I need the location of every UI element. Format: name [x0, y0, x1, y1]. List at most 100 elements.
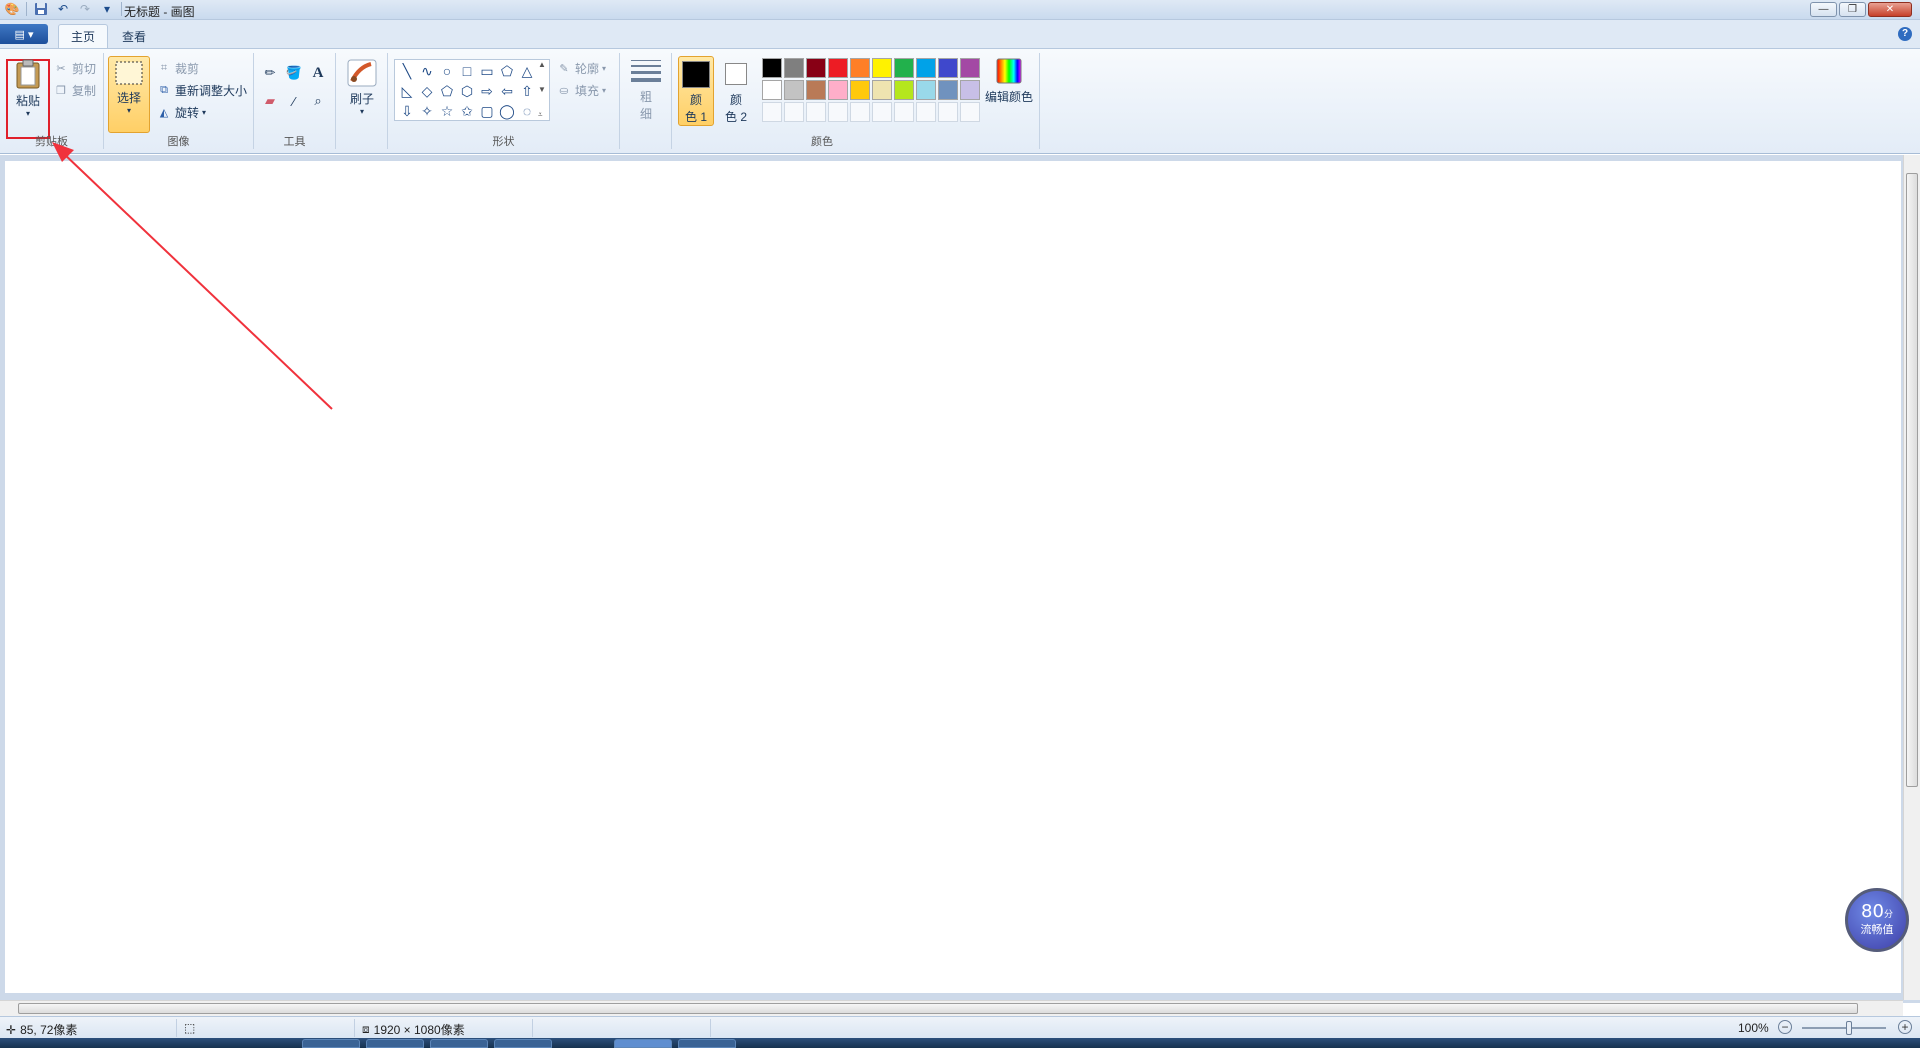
color1-button[interactable]: 颜 色 1 [678, 56, 714, 126]
horizontal-scroll-thumb[interactable] [18, 1003, 1858, 1014]
palette-color-swatch[interactable] [872, 80, 892, 100]
shape-option[interactable]: ○ [437, 61, 457, 81]
text-icon[interactable]: A [308, 63, 328, 83]
undo-icon[interactable]: ↶ [55, 1, 71, 17]
palette-custom-slot[interactable] [894, 102, 914, 122]
shape-option[interactable]: ◌ [517, 101, 537, 121]
palette-color-swatch[interactable] [894, 58, 914, 78]
shape-option[interactable]: ⇦ [497, 81, 517, 101]
edit-colors-button[interactable]: 编辑颜色 [984, 57, 1034, 105]
outline-button[interactable]: ✎ 轮廓 ▾ [556, 60, 606, 77]
help-icon[interactable]: ? [1898, 27, 1912, 41]
save-icon[interactable] [33, 1, 49, 17]
palette-custom-slot[interactable] [916, 102, 936, 122]
palette-custom-slot[interactable] [806, 102, 826, 122]
fill-button[interactable]: ⛀ 填充 ▾ [556, 82, 606, 99]
taskbar-item[interactable] [678, 1039, 736, 1048]
palette-color-swatch[interactable] [784, 58, 804, 78]
drawing-canvas[interactable] [5, 161, 1901, 993]
color2-button[interactable]: 颜 色 2 [718, 56, 754, 126]
chevron-up-icon[interactable]: ▲ [538, 60, 549, 69]
shape-option[interactable]: □ [457, 61, 477, 81]
qat-customize-icon[interactable]: ▾ [99, 1, 115, 17]
shape-option[interactable]: ✧ [417, 101, 437, 121]
shape-option[interactable]: ☆ [437, 101, 457, 121]
magnifier-icon[interactable]: ⌕ [308, 91, 328, 111]
palette-custom-slot[interactable] [960, 102, 980, 122]
shape-option[interactable]: ▭ [477, 61, 497, 81]
brushes-button[interactable]: 刷子 ▾ [342, 59, 382, 116]
palette-custom-slot[interactable] [938, 102, 958, 122]
shape-option[interactable]: ⇨ [477, 81, 497, 101]
paint-menu-button[interactable]: ▤ ▾ [0, 24, 48, 44]
paint-app-icon[interactable]: 🎨 [4, 1, 20, 17]
shapes-gallery-scroll[interactable]: ▲ ▼ ⩡ [538, 60, 549, 120]
palette-color-swatch[interactable] [938, 58, 958, 78]
fill-bucket-icon[interactable]: 🪣 [284, 63, 304, 83]
rotate-button[interactable]: ◭ 旋转 ▾ [156, 104, 206, 121]
palette-color-swatch[interactable] [938, 80, 958, 100]
redo-icon[interactable]: ↷ [77, 1, 93, 17]
palette-custom-slot[interactable] [762, 102, 782, 122]
palette-color-swatch[interactable] [916, 58, 936, 78]
palette-color-swatch[interactable] [960, 80, 980, 100]
taskbar-item[interactable] [430, 1039, 488, 1048]
shape-option[interactable]: ⬠ [497, 61, 517, 81]
taskbar-item-active[interactable] [614, 1039, 672, 1048]
zoom-slider-track[interactable] [1802, 1027, 1886, 1029]
restore-button[interactable]: ❐ [1839, 2, 1866, 17]
vertical-scrollbar[interactable] [1903, 155, 1920, 1000]
palette-color-swatch[interactable] [916, 80, 936, 100]
color-picker-icon[interactable]: ⁄ [284, 91, 304, 111]
shape-option[interactable]: ◯ [497, 101, 517, 121]
palette-color-swatch[interactable] [850, 58, 870, 78]
shape-option[interactable]: ⬡ [457, 81, 477, 101]
palette-custom-slot[interactable] [784, 102, 804, 122]
shape-option[interactable]: ⇧ [517, 81, 537, 101]
resize-button[interactable]: ⧉ 重新调整大小 [156, 82, 247, 99]
shape-option[interactable]: ∿ [417, 61, 437, 81]
palette-color-swatch[interactable] [828, 58, 848, 78]
minimize-button[interactable]: — [1810, 2, 1837, 17]
palette-color-swatch[interactable] [762, 58, 782, 78]
palette-color-swatch[interactable] [806, 58, 826, 78]
taskbar-item[interactable] [302, 1039, 360, 1048]
palette-color-swatch[interactable] [784, 80, 804, 100]
palette-custom-slot[interactable] [828, 102, 848, 122]
copy-button[interactable]: ❐ 复制 [53, 82, 96, 99]
shape-option[interactable]: △ [517, 61, 537, 81]
shape-option[interactable]: ◇ [417, 81, 437, 101]
tab-home[interactable]: 主页 [58, 24, 109, 48]
shape-option[interactable]: ⇩ [397, 101, 417, 121]
zoom-out-button[interactable]: − [1778, 1020, 1792, 1034]
zoom-slider-thumb[interactable] [1846, 1021, 1852, 1035]
paste-button[interactable]: 粘贴 ▾ [10, 59, 46, 118]
gallery-expand-icon[interactable]: ⩡ [538, 110, 549, 120]
palette-color-swatch[interactable] [806, 80, 826, 100]
cut-button[interactable]: ✂ 剪切 [53, 60, 96, 77]
taskbar-item[interactable] [366, 1039, 424, 1048]
zoom-in-button[interactable]: + [1898, 1020, 1912, 1034]
tab-view[interactable]: 查看 [110, 24, 158, 48]
pencil-icon[interactable]: ✏ [260, 63, 280, 83]
select-button[interactable]: 选择 ▾ [108, 56, 150, 133]
palette-color-swatch[interactable] [762, 80, 782, 100]
shape-option[interactable]: ◺ [397, 81, 417, 101]
vertical-scroll-thumb[interactable] [1906, 173, 1918, 787]
taskbar-item[interactable] [494, 1039, 552, 1048]
shape-option[interactable]: ▢ [477, 101, 497, 121]
palette-color-swatch[interactable] [894, 80, 914, 100]
palette-color-swatch[interactable] [850, 80, 870, 100]
size-button[interactable]: 粗 细 [628, 57, 664, 122]
palette-custom-slot[interactable] [850, 102, 870, 122]
shape-option[interactable]: ✩ [457, 101, 477, 121]
shape-option[interactable]: ⬠ [437, 81, 457, 101]
palette-custom-slot[interactable] [872, 102, 892, 122]
chevron-down-icon[interactable]: ▼ [538, 85, 549, 94]
shape-option[interactable]: ╲ [397, 61, 417, 81]
fluency-score-badge[interactable]: 80分 流畅值 [1845, 888, 1909, 952]
palette-color-swatch[interactable] [872, 58, 892, 78]
eraser-icon[interactable]: ▰ [260, 91, 280, 111]
close-button[interactable]: ✕ [1868, 2, 1912, 17]
horizontal-scrollbar[interactable] [0, 1000, 1903, 1016]
